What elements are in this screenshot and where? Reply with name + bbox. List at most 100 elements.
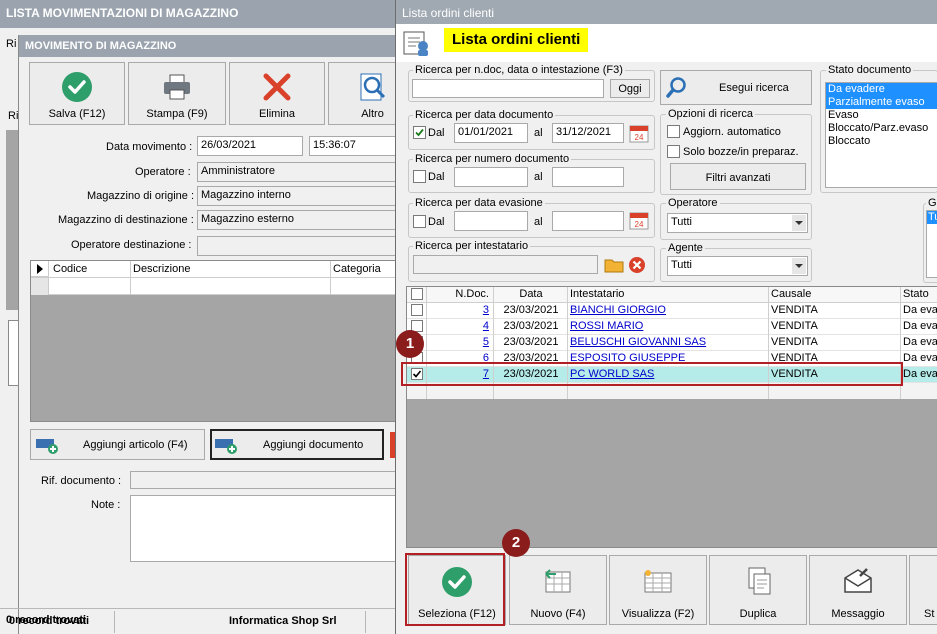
back-window-title: LISTA MOVIMENTAZIONI DI MAGAZZINO <box>6 6 239 20</box>
back-edge-text: Ri <box>6 38 17 50</box>
search-icon <box>666 77 686 98</box>
operator-field[interactable]: Amministratore <box>197 162 397 182</box>
calendar-icon[interactable]: 24 <box>629 123 649 143</box>
advanced-filters-button[interactable]: Filtri avanzati <box>670 163 806 190</box>
back-window-titlebar: LISTA MOVIMENTAZIONI DI MAGAZZINO <box>0 0 396 28</box>
chevron-down-icon <box>792 215 806 231</box>
group-item-all[interactable]: Tu <box>927 211 937 224</box>
calendar-icon[interactable]: 24 <box>629 210 649 230</box>
notes-field[interactable] <box>130 495 397 562</box>
checkmark-icon <box>415 128 424 137</box>
destination-field[interactable]: Magazzino esterno <box>197 210 397 230</box>
status-item-bloccato-parz[interactable]: Bloccato/Parz.evaso <box>826 122 937 135</box>
article-grid[interactable]: Codice Descrizione Categoria <box>30 260 398 422</box>
clear-icon[interactable] <box>628 256 646 274</box>
back-edge-text-2: Ri <box>8 110 19 122</box>
operator-dest-field[interactable] <box>197 236 397 256</box>
view-button[interactable]: Visualizza (F2) <box>609 555 707 625</box>
number-filter-checkbox[interactable] <box>413 170 426 183</box>
origin-field[interactable]: Magazzino interno <box>197 186 397 206</box>
status-item-bloccato[interactable]: Bloccato <box>826 135 937 148</box>
drafts-only-label: Solo bozze/in preparaz. <box>683 146 799 158</box>
delivery-al-label: al <box>534 216 543 228</box>
number-to-field[interactable] <box>552 167 624 187</box>
delivery-to-field[interactable] <box>552 211 624 231</box>
today-button[interactable]: Oggi <box>610 79 650 98</box>
number-from-field[interactable] <box>454 167 528 187</box>
date-label: Data movimento : <box>106 141 193 153</box>
delivery-from-field[interactable] <box>454 211 528 231</box>
cell-ndoc[interactable]: 5 <box>429 336 491 348</box>
movement-window: MOVIMENTO DI MAGAZZINO Salva (F12) Stamp… <box>9 35 398 634</box>
operator-dest-label: Operatore destinazione : <box>71 239 192 251</box>
status-item-parzialmente-evaso[interactable]: Parzialmente evaso <box>826 96 937 109</box>
column-header-holder[interactable]: Intestatario <box>570 288 766 300</box>
add-row-icon <box>215 439 237 454</box>
operator-select[interactable]: Tutti <box>667 213 808 233</box>
cell-holder[interactable]: BELUSCHI GIOVANNI SAS <box>570 336 766 348</box>
status-item-da-evadere[interactable]: Da evadere <box>826 83 937 96</box>
search-doc-input[interactable] <box>412 79 604 98</box>
operator-select-value: Tutti <box>671 216 692 228</box>
drafts-only-checkbox[interactable] <box>667 145 680 158</box>
column-header-description[interactable]: Descrizione <box>133 263 323 275</box>
status-doc-legend: Stato documento <box>826 64 914 76</box>
save-button[interactable]: Salva (F12) <box>29 62 125 125</box>
date-filter-checkbox[interactable] <box>413 126 426 139</box>
cell-date: 23/03/2021 <box>503 336 559 348</box>
select-all-checkbox[interactable] <box>411 288 423 300</box>
group-list[interactable]: Tu <box>926 210 937 278</box>
column-header-code[interactable]: Codice <box>53 263 128 275</box>
number-dal-label: Dal <box>428 171 445 183</box>
orders-table[interactable]: N.Doc. Data Intestatario Causale Stato 3… <box>406 286 937 548</box>
column-header-cause[interactable]: Causale <box>771 288 899 300</box>
table-row[interactable]: 4 23/03/2021 ROSSI MARIO VENDITA Da eva <box>407 319 937 335</box>
printer-icon <box>164 74 190 100</box>
column-header-state[interactable]: Stato <box>903 288 937 300</box>
company-name: Informatica Shop Srl <box>229 615 337 627</box>
date-to-field[interactable]: 31/12/2021 <box>552 123 624 143</box>
table-row[interactable]: 5 23/03/2021 BELUSCHI GIOVANNI SAS VENDITA D… <box>407 335 937 351</box>
cell-holder[interactable]: ROSSI MARIO <box>570 320 766 332</box>
delivery-dal-label: Dal <box>428 216 445 228</box>
date-from-field[interactable]: 01/01/2021 <box>454 123 528 143</box>
orders-titlebar: Lista ordini clienti <box>396 0 937 24</box>
cell-holder[interactable]: BIANCHI GIORGIO <box>570 304 766 316</box>
holder-field[interactable] <box>413 255 598 274</box>
add-document-button[interactable]: Aggiungi documento <box>210 429 384 460</box>
cell-cause: VENDITA <box>771 320 818 332</box>
delivery-filter-checkbox[interactable] <box>413 215 426 228</box>
advanced-filters-label: Filtri avanzati <box>705 172 771 184</box>
run-search-button[interactable]: Esegui ricerca <box>660 70 812 105</box>
agent-select[interactable]: Tutti <box>667 256 808 276</box>
duplicate-icon <box>748 567 771 595</box>
article-grid-header: Codice Descrizione Categoria <box>31 261 398 295</box>
cell-ndoc[interactable]: 4 <box>429 320 491 332</box>
folder-icon[interactable] <box>604 256 624 274</box>
selected-row-highlight <box>401 362 903 386</box>
print-button[interactable]: Stampa (F9) <box>128 62 226 125</box>
message-button[interactable]: Messaggio <box>809 555 907 625</box>
row-checkbox[interactable] <box>411 304 423 316</box>
date-field[interactable]: 26/03/2021 <box>197 136 303 156</box>
column-header-ndoc[interactable]: N.Doc. <box>429 288 491 300</box>
ref-label: Rif. documento : <box>41 475 122 487</box>
status-doc-list[interactable]: Da evadere Parzialmente evaso Evaso Bloc… <box>825 82 937 188</box>
column-header-date[interactable]: Data <box>495 288 567 300</box>
message-icon <box>844 568 872 593</box>
more-label: St <box>924 608 935 620</box>
duplicate-button[interactable]: Duplica <box>709 555 807 625</box>
chevron-down-icon <box>792 258 806 274</box>
column-header-category[interactable]: Categoria <box>333 263 398 275</box>
new-button[interactable]: Nuovo (F4) <box>509 555 607 625</box>
add-article-button[interactable]: Aggiungi articolo (F4) <box>30 429 205 460</box>
time-field[interactable]: 15:36:07 <box>309 136 397 156</box>
more-button[interactable]: St <box>909 555 937 625</box>
table-row[interactable]: 3 23/03/2021 BIANCHI GIORGIO VENDITA Da eva <box>407 303 937 319</box>
status-item-evaso[interactable]: Evaso <box>826 109 937 122</box>
delete-button[interactable]: Elimina <box>229 62 325 125</box>
cell-ndoc[interactable]: 3 <box>429 304 491 316</box>
ref-field[interactable] <box>130 471 397 489</box>
auto-update-checkbox[interactable] <box>667 125 680 138</box>
other-button[interactable]: Altro <box>328 62 397 125</box>
